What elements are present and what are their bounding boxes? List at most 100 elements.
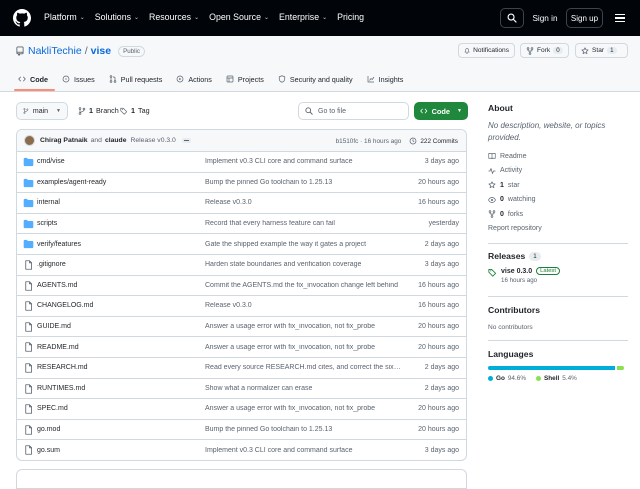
global-nav-item-enterprise[interactable]: Enterprise ⌄ (279, 12, 327, 22)
repo-owner-link[interactable]: NakliTechie (28, 45, 82, 57)
table-row[interactable]: verify/features Gate the shipped example … (17, 234, 466, 255)
tab-projects[interactable]: Projects (226, 72, 264, 86)
stars-link[interactable]: 1 star (488, 178, 628, 193)
sign-in-link[interactable]: Sign in (529, 9, 561, 27)
file-commit-message-link[interactable]: Harden state boundaries and verification… (205, 261, 401, 268)
file-commit-message-link[interactable]: Answer a usage error with fix_invocation… (205, 405, 401, 412)
report-repository-link[interactable]: Report repository (488, 222, 628, 237)
file-name-link[interactable]: CHANGELOG.md (37, 302, 93, 309)
table-row[interactable]: CHANGELOG.md Release v0.3.0 16 hours ago (17, 296, 466, 317)
stars-count: 1 (500, 181, 504, 189)
latest-release-link[interactable]: vise 0.3.0 Latest 16 hours ago (488, 267, 628, 284)
global-nav-item-open-source[interactable]: Open Source ⌄ (209, 12, 269, 22)
file-name-link[interactable]: cmd/vise (37, 158, 65, 165)
table-row[interactable]: SPEC.md Answer a usage error with fix_inv… (17, 399, 466, 420)
activity-link[interactable]: Activity (488, 164, 628, 179)
file-commit-age: 20 hours ago (418, 343, 459, 351)
active-tab-indicator (14, 89, 55, 91)
file-commit-message-link[interactable]: Answer a usage error with fix_invocation… (205, 344, 401, 351)
search-button[interactable] (500, 8, 524, 28)
notifications-button[interactable]: Notifications (458, 43, 515, 58)
global-nav-item-pricing[interactable]: Pricing (337, 12, 364, 22)
hamburger-menu-icon[interactable] (610, 8, 630, 28)
global-nav-item-solutions[interactable]: Solutions ⌄ (95, 12, 139, 22)
table-row[interactable]: go.sum Implement v0.3 CLI core and comman… (17, 440, 466, 460)
repo-name-link[interactable]: vise (91, 45, 111, 57)
tag-count-link[interactable]: 1 Tag (120, 106, 150, 115)
watching-link[interactable]: 0 watching (488, 193, 628, 208)
tab-actions[interactable]: Actions (176, 72, 212, 86)
commit-author-2[interactable]: claude (105, 137, 127, 144)
table-row[interactable]: go.mod Bump the pinned Go toolchain to 1.… (17, 420, 466, 441)
file-commit-message-link[interactable]: Record that every harness feature can fa… (205, 220, 401, 227)
table-row[interactable]: RUNTIMES.md Show what a normalizer can er… (17, 379, 466, 400)
file-commit-message-link[interactable]: Release v0.3.0 (205, 199, 401, 206)
readme-link[interactable]: Readme (488, 149, 628, 164)
tab-insights[interactable]: Insights (367, 72, 403, 86)
file-name-link[interactable]: go.sum (37, 447, 60, 454)
go-to-file-input[interactable]: Go to file (298, 102, 409, 120)
file-name-link[interactable]: verify/features (37, 241, 81, 248)
table-row[interactable]: GUIDE.md Answer a usage error with fix_in… (17, 317, 466, 338)
file-name-link[interactable]: SPEC.md (37, 405, 68, 412)
table-row[interactable]: README.md Answer a usage error with fix_i… (17, 337, 466, 358)
sign-up-button[interactable]: Sign up (566, 8, 603, 28)
table-row[interactable]: scripts Record that every harness feature… (17, 214, 466, 235)
tab-pull-requests[interactable]: Pull requests (109, 72, 162, 86)
avatar[interactable] (24, 135, 35, 146)
star-button[interactable]: Star 1 (575, 43, 628, 58)
file-name-link[interactable]: RUNTIMES.md (37, 385, 85, 392)
table-row[interactable]: .gitignore Harden state boundaries and ve… (17, 255, 466, 276)
global-nav-item-platform[interactable]: Platform ⌄ (44, 12, 85, 22)
file-commit-message-link[interactable]: Implement v0.3 CLI core and command surf… (205, 447, 401, 454)
file-commit-message-link[interactable]: Commit the AGENTS.md the fix_invocation … (205, 282, 401, 289)
language-item[interactable]: Go 94.6% (488, 375, 526, 382)
commit-message[interactable]: Release v0.3.0 (130, 137, 175, 144)
github-logo-icon[interactable] (13, 9, 31, 27)
file-name-link[interactable]: go.mod (37, 426, 60, 433)
file-commit-message-link[interactable]: Release v0.3.0 (205, 302, 401, 309)
file-name-link[interactable]: examples/agent-ready (37, 179, 106, 186)
file-commit-message-link[interactable]: Read every source RESEARCH.md cites, and… (205, 364, 401, 371)
branch-count-link[interactable]: 1 Branch (78, 106, 119, 115)
tab-security-and-quality[interactable]: Security and quality (278, 72, 353, 86)
language-bar (488, 366, 624, 370)
file-name-link[interactable]: scripts (37, 220, 57, 227)
commit-history-link[interactable]: 222 Commits (409, 137, 458, 145)
file-name-link[interactable]: README.md (37, 344, 79, 351)
chevron-down-icon: ⌄ (263, 14, 269, 21)
file-name-link[interactable]: GUIDE.md (37, 323, 71, 330)
file-name-link[interactable]: internal (37, 199, 60, 206)
file-commit-message-link[interactable]: Implement v0.3 CLI core and command surf… (205, 158, 401, 165)
table-row[interactable]: cmd/vise Implement v0.3 CLI core and comm… (17, 152, 466, 173)
tab-code[interactable]: Code (18, 72, 48, 86)
divider (488, 296, 628, 297)
forks-link[interactable]: 0 forks (488, 207, 628, 222)
tab-issues[interactable]: Issues (62, 72, 95, 86)
file-commit-message-link[interactable]: Bump the pinned Go toolchain to 1.25.13 (205, 426, 401, 433)
table-row[interactable]: examples/agent-ready Bump the pinned Go t… (17, 173, 466, 194)
pulse-icon (488, 167, 496, 174)
table-row[interactable]: internal Release v0.3.0 16 hours ago (17, 193, 466, 214)
language-percent: 5.4% (562, 375, 577, 382)
contributors-heading[interactable]: Contributors (488, 305, 628, 315)
file-name-link[interactable]: RESEARCH.md (37, 364, 88, 371)
commit-author-1[interactable]: Chirag Patnaik (40, 137, 88, 144)
table-row[interactable]: RESEARCH.md Read every source RESEARCH.md… (17, 358, 466, 379)
expand-commit-icon[interactable] (181, 138, 191, 143)
table-row[interactable]: AGENTS.md Commit the AGENTS.md the fix_in… (17, 276, 466, 297)
file-name-link[interactable]: AGENTS.md (37, 282, 77, 289)
commit-sha[interactable]: b1510fc (336, 138, 359, 145)
code-dropdown-button[interactable]: Code ▼ (414, 102, 468, 120)
releases-heading[interactable]: Releases (488, 251, 525, 261)
language-item[interactable]: Shell 5.4% (536, 375, 577, 382)
branch-select-button[interactable]: main ▼ (16, 102, 68, 120)
file-commit-message-link[interactable]: Gate the shipped example the way it gate… (205, 241, 401, 248)
file-icon (25, 342, 33, 353)
file-name-link[interactable]: .gitignore (37, 261, 66, 268)
file-commit-message-link[interactable]: Show what a normalizer can erase (205, 385, 401, 392)
global-nav-item-resources[interactable]: Resources ⌄ (149, 12, 199, 22)
file-commit-message-link[interactable]: Answer a usage error with fix_invocation… (205, 323, 401, 330)
fork-button[interactable]: Fork 0 (520, 43, 569, 58)
file-commit-message-link[interactable]: Bump the pinned Go toolchain to 1.25.13 (205, 179, 401, 186)
